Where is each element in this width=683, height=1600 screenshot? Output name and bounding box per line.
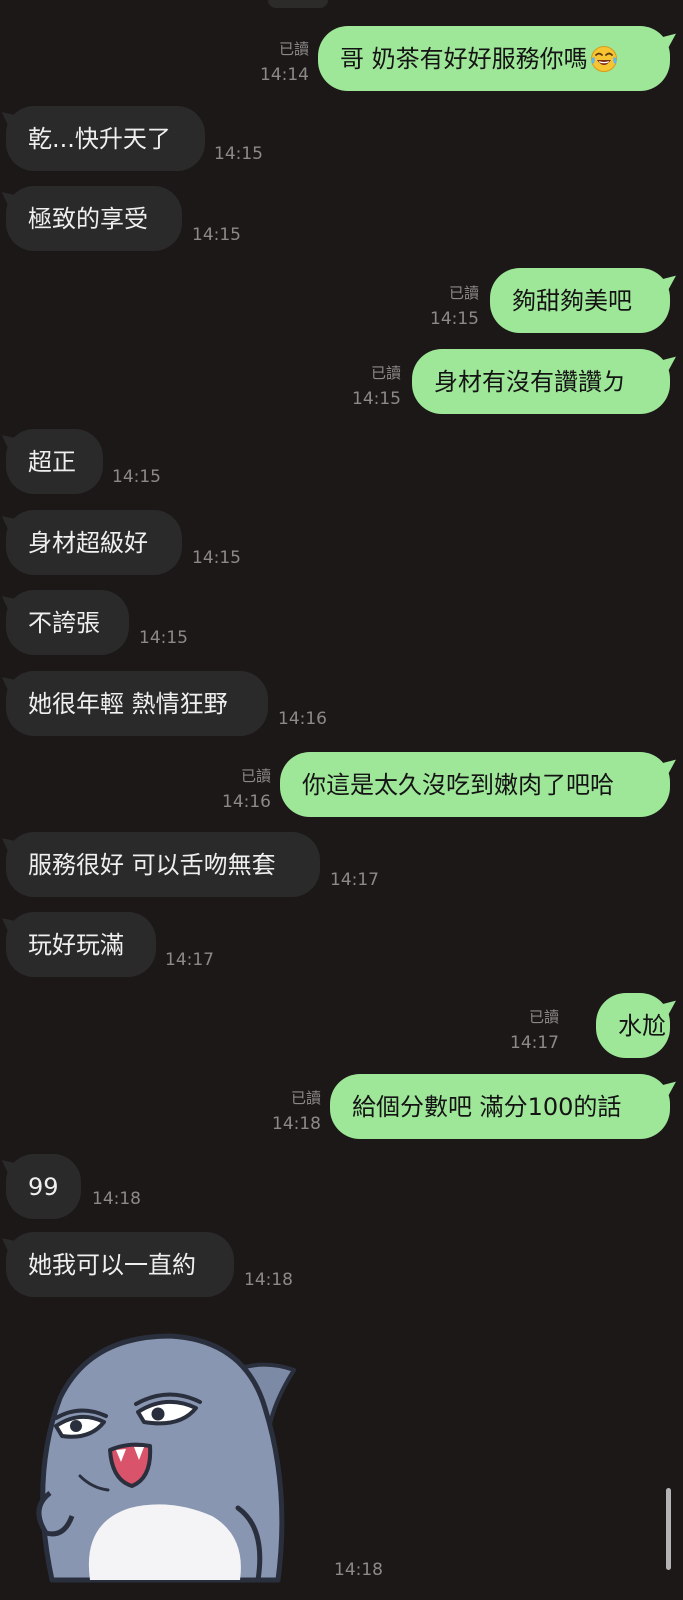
incoming-message-bubble[interactable]: 玩好玩滿 <box>6 912 156 977</box>
outgoing-message-bubble[interactable]: 身材有沒有讚讚ㄉ <box>412 349 670 414</box>
message-text: 身材有沒有讚讚ㄉ <box>434 367 626 396</box>
message-text: 極致的享受 <box>28 204 148 233</box>
message-text: 服務很好 可以舌吻無套 <box>28 850 276 879</box>
message-meta: 已讀 14:18 <box>272 1087 321 1134</box>
message-time: 14:17 <box>510 1033 559 1053</box>
read-receipt: 已讀 <box>278 40 309 58</box>
message-text: 超正 <box>28 447 76 476</box>
message-time: 14:18 <box>334 1560 383 1580</box>
read-receipt: 已讀 <box>240 767 271 785</box>
message-meta: 已讀 14:15 <box>352 362 401 409</box>
message-time: 14:15 <box>112 467 161 487</box>
incoming-message-bubble[interactable]: 她很年輕 熱情狂野 <box>6 671 268 736</box>
previous-message-edge <box>268 0 328 8</box>
incoming-message-bubble[interactable]: 99 <box>6 1154 81 1219</box>
message-text: 99 <box>28 1172 59 1201</box>
read-receipt: 已讀 <box>448 284 479 302</box>
incoming-message-bubble[interactable]: 她我可以一直約 <box>6 1232 234 1297</box>
outgoing-message-bubble[interactable]: 哥 奶茶有好好服務你嗎 <box>318 26 670 91</box>
read-receipt: 已讀 <box>290 1089 321 1107</box>
incoming-message-bubble[interactable]: 超正 <box>6 429 103 494</box>
message-time: 14:15 <box>214 144 263 164</box>
message-time: 14:16 <box>222 792 271 812</box>
chat-message-list[interactable]: 已讀 14:14 哥 奶茶有好好服務你嗎 乾...快升天了 14:15 極致的享… <box>0 0 683 1600</box>
message-time: 14:14 <box>260 65 309 85</box>
scrollbar-thumb[interactable] <box>666 1488 671 1570</box>
message-text: 哥 奶茶有好好服務你嗎 <box>340 44 588 73</box>
message-time: 14:15 <box>352 389 401 409</box>
outgoing-message-bubble[interactable]: 水尬 <box>596 993 670 1058</box>
message-text: 她我可以一直約 <box>28 1250 196 1279</box>
read-receipt: 已讀 <box>528 1008 559 1026</box>
read-receipt: 已讀 <box>370 364 401 382</box>
outgoing-message-bubble[interactable]: 給個分數吧 滿分100的話 <box>330 1074 670 1139</box>
message-time: 14:17 <box>165 950 214 970</box>
message-time: 14:16 <box>278 709 327 729</box>
message-text: 不誇張 <box>28 608 100 637</box>
message-meta: 已讀 14:14 <box>260 38 309 85</box>
incoming-message-bubble[interactable]: 服務很好 可以舌吻無套 <box>6 832 320 897</box>
message-time: 14:18 <box>244 1270 293 1290</box>
message-time: 14:15 <box>192 225 241 245</box>
message-text: 她很年輕 熱情狂野 <box>28 689 228 718</box>
message-meta: 已讀 14:15 <box>430 282 479 329</box>
smirking-shark-sticker[interactable] <box>20 1318 320 1588</box>
message-text: 水尬 <box>618 1011 666 1040</box>
outgoing-message-bubble[interactable]: 你這是太久沒吃到嫩肉了吧哈 <box>280 752 670 817</box>
message-text: 身材超級好 <box>28 528 148 557</box>
message-time: 14:15 <box>139 628 188 648</box>
message-text: 給個分數吧 滿分100的話 <box>352 1092 622 1121</box>
message-text: 乾...快升天了 <box>28 124 171 153</box>
message-text: 你這是太久沒吃到嫩肉了吧哈 <box>302 770 614 799</box>
outgoing-message-bubble[interactable]: 夠甜夠美吧 <box>490 268 670 333</box>
message-meta: 已讀 14:17 <box>510 1006 559 1053</box>
message-meta: 已讀 14:16 <box>222 765 271 812</box>
face-with-tears-of-joy-icon <box>590 45 617 72</box>
message-text: 夠甜夠美吧 <box>512 286 632 315</box>
message-text: 玩好玩滿 <box>28 930 124 959</box>
incoming-message-bubble[interactable]: 身材超級好 <box>6 510 182 575</box>
message-time: 14:15 <box>430 309 479 329</box>
incoming-message-bubble[interactable]: 乾...快升天了 <box>6 106 205 171</box>
message-time: 14:15 <box>192 548 241 568</box>
message-time: 14:17 <box>330 870 379 890</box>
incoming-message-bubble[interactable]: 極致的享受 <box>6 186 182 251</box>
message-time: 14:18 <box>92 1189 141 1209</box>
incoming-message-bubble[interactable]: 不誇張 <box>6 590 129 655</box>
message-time: 14:18 <box>272 1114 321 1134</box>
